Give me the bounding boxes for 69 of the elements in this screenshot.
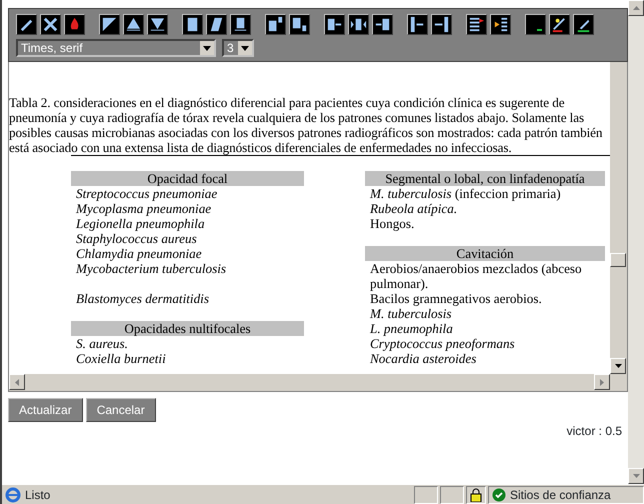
- dropdown-arrow-icon: [203, 46, 211, 50]
- font-size: 3: [227, 40, 234, 57]
- organism-entry: Staphylococcus aureus: [75, 231, 198, 246]
- table-caption: Tabla 2. consideraciones en el diagnóstico diferencial para pacientes cuya condición clínica es sugerente de pneumonía y cuya radiografía de tórax revela cualquiera de los patrones comunes listados abajo. Solamente las posibles causas microbianas asociadas con los diversos patrones radiográficos son mostrados: cada patrón también está asociado con una extensa lista de diagnósticos diferenciales de enfermedades no infecciosas.: [9, 95, 604, 155]
- scroll-left-button[interactable]: [9, 374, 25, 390]
- version-label: victor : 0.5: [566, 424, 622, 438]
- toolbar-button[interactable]: [466, 14, 487, 35]
- scroll-right-button[interactable]: [594, 374, 610, 390]
- toolbar-button[interactable]: [525, 14, 546, 35]
- toolbar-button[interactable]: [573, 14, 594, 35]
- toolbar-button[interactable]: [147, 14, 168, 35]
- dropdown-arrow-icon: [241, 46, 249, 50]
- font-name: Times, serif: [21, 40, 83, 57]
- scroll-up-button[interactable]: [628, 0, 644, 16]
- toolbar-button[interactable]: [324, 14, 345, 35]
- check-icon: [492, 488, 506, 502]
- scroll-down-button[interactable]: [628, 468, 644, 484]
- section-heading: Opacidades nultifocales: [71, 321, 304, 336]
- toolbar-button[interactable]: [431, 14, 452, 35]
- toolbar-button[interactable]: [549, 14, 570, 35]
- section-heading: Segmental o lobal, con linfadenopatía: [365, 171, 605, 186]
- security-zone: Sitios de confianza: [510, 486, 611, 504]
- form-button[interactable]: Actualizar: [8, 398, 83, 422]
- lock-icon: [470, 488, 482, 502]
- organism-entry: Rubeola atípica.: [369, 201, 458, 216]
- section-heading: Cavitación: [365, 246, 605, 261]
- scroll-down-button[interactable]: [610, 358, 626, 374]
- organism-entry: M. tuberculosis (infeccion primaria): [368, 186, 562, 201]
- organism-entry: Chlamydia pneumoniae: [75, 246, 203, 261]
- organism-entry: Cryptococcus pneoformans: [369, 336, 516, 351]
- browser-logo-icon: [5, 486, 21, 502]
- organism-entry: Coxiella burnetii: [75, 351, 167, 366]
- organism-entry: S. aureus.: [75, 336, 129, 351]
- organism-entry: Mycoplasma pneumoniae: [74, 201, 212, 216]
- section-heading: Opacidad focal: [71, 171, 304, 186]
- toolbar-button[interactable]: [490, 14, 511, 35]
- left-arrow-icon: [15, 378, 19, 386]
- right-arrow-icon: [600, 378, 604, 386]
- organism-entry: Blastomyces dermatitidis: [75, 290, 210, 306]
- organism-entry: Hongos.: [369, 216, 416, 231]
- toolbar-button[interactable]: [407, 14, 428, 35]
- organism-entry: Bacilos gramnegativos aerobios.: [369, 291, 543, 306]
- down-arrow-icon: [614, 364, 622, 368]
- numbered-list-icon: [467, 15, 486, 34]
- scroll-thumb[interactable]: [610, 253, 626, 267]
- organism-entry: L. pneumophila: [368, 321, 454, 336]
- page-scrollbar[interactable]: [628, 0, 644, 484]
- size-dropdown[interactable]: 3: [222, 39, 254, 57]
- horizontal-scrollbar[interactable]: [9, 374, 627, 391]
- font-dropdown[interactable]: Times, serif: [16, 39, 216, 57]
- toolbar-button[interactable]: [348, 14, 369, 35]
- status-panel: [440, 486, 464, 504]
- toolbar-button[interactable]: [16, 14, 37, 35]
- toolbar-button[interactable]: [99, 14, 120, 35]
- organism-entry: Legionella pneumophila: [74, 216, 206, 231]
- toolbar-button[interactable]: [123, 14, 144, 35]
- organism-entry: Nocardia asteroides: [369, 351, 478, 366]
- toolbar-button[interactable]: [372, 14, 393, 35]
- vertical-scrollbar[interactable]: [610, 62, 627, 374]
- status-text: Listo: [25, 486, 50, 504]
- organism-entry: Aerobios/anaerobios mezclados (abceso pulmonar).: [369, 261, 583, 291]
- indent-icon: [432, 15, 451, 34]
- organism-entry: M. tuberculosis: [368, 306, 453, 321]
- organism-entry: Streptococcus pneumoniae: [75, 186, 218, 201]
- up-arrow-icon: [632, 6, 640, 10]
- organism-entry: Mycobacterium tuberculosis: [74, 261, 228, 276]
- form-button[interactable]: Cancelar: [86, 398, 156, 422]
- down-arrow-icon: [632, 474, 640, 478]
- status-panel: [414, 486, 438, 504]
